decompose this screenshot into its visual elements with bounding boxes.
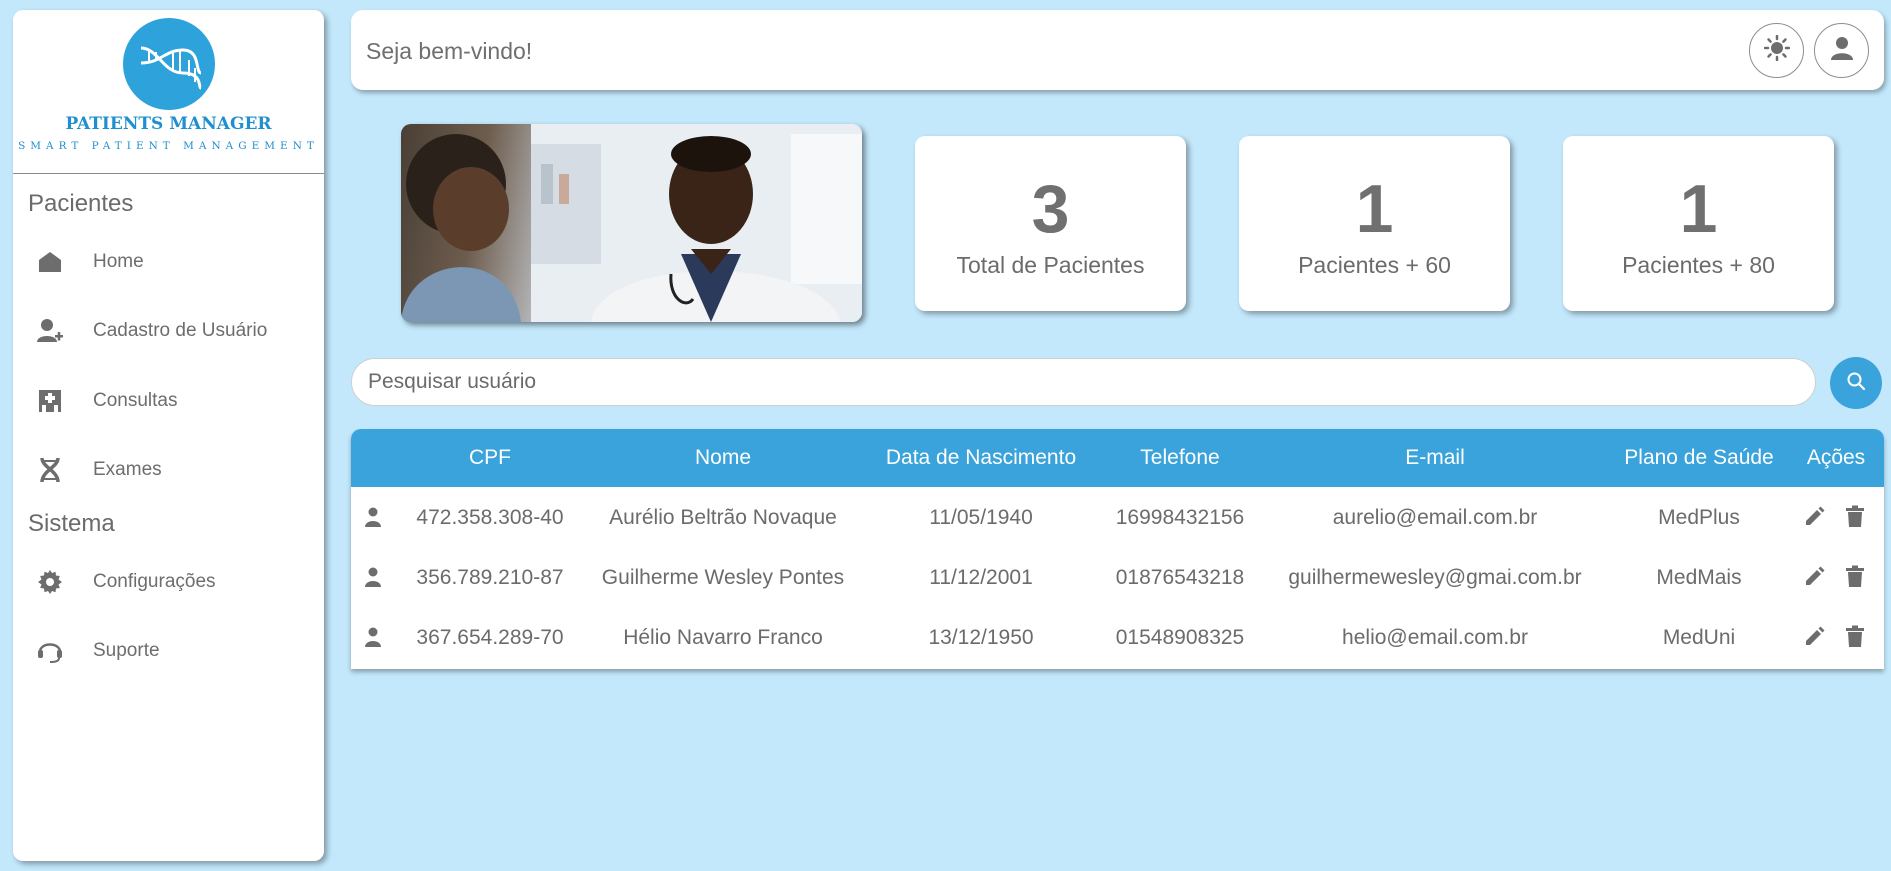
cell-telefone: 01548908325 [1115,626,1245,649]
section-title-pacientes: Pacientes [28,190,134,217]
sidebar-item-configuracoes[interactable]: Configurações [37,565,216,599]
cell-cpf: 356.789.210-87 [416,566,564,589]
trash-icon [1845,625,1865,652]
patients-table: CPF Nome Data de Nascimento Telefone E-m… [351,429,1884,669]
top-header: Seja bem-vindo! [351,10,1884,90]
cell-plano: MedMais [1656,566,1742,589]
sidebar-item-label: Cadastro de Usuário [93,320,268,341]
logo: PATIENTS MANAGER SMART PATIENT MANAGEMEN… [13,10,324,174]
column-header-telefone: Telefone [1140,446,1220,469]
edit-button[interactable] [1803,626,1827,650]
pencil-icon [1804,505,1826,532]
sidebar: PATIENTS MANAGER SMART PATIENT MANAGEMEN… [13,10,324,861]
cell-nascimento: 11/05/1940 [929,506,1033,529]
sun-icon [1763,34,1790,66]
pencil-icon [1804,565,1826,592]
edit-button[interactable] [1803,566,1827,590]
user-icon [365,627,381,652]
sidebar-item-label: Suporte [93,640,160,661]
cell-cpf: 472.358.308-40 [416,506,564,529]
table-row: 472.358.308-40 Aurélio Beltrão Novaque 1… [351,488,1884,548]
cell-telefone: 16998432156 [1115,506,1245,529]
cell-nascimento: 11/12/2001 [929,566,1033,589]
user-icon [365,567,381,592]
stat-value: 1 [1679,171,1718,247]
column-header-cpf: CPF [469,446,511,469]
pencil-icon [1804,625,1826,652]
sidebar-item-exames[interactable]: Exames [37,453,162,487]
cell-cpf: 367.654.289-70 [416,626,564,649]
trash-icon [1845,505,1865,532]
cell-nome: Aurélio Beltrão Novaque [609,506,837,529]
cell-email: aurelio@email.com.br [1332,506,1538,529]
stat-card-60: 1 Pacientes + 60 [1239,136,1510,311]
brand-title: PATIENTS MANAGER [65,114,272,134]
user-icon [1830,36,1853,65]
trash-icon [1845,565,1865,592]
column-header-nascimento: Data de Nascimento [885,446,1077,469]
dna-logo-icon [123,18,215,110]
sidebar-item-label: Configurações [93,571,216,592]
gear-icon [37,569,63,595]
cell-plano: MedPlus [1658,506,1740,529]
search-icon [1846,371,1866,396]
column-header-email: E-mail [1405,446,1465,469]
welcome-text: Seja bem-vindo! [366,38,533,64]
cell-email: helio@email.com.br [1342,626,1528,649]
profile-button[interactable] [1814,23,1869,78]
stat-value: 1 [1355,171,1394,247]
hospital-icon [37,388,63,414]
cell-nome: Hélio Navarro Franco [623,626,823,649]
table-row: 356.789.210-87 Guilherme Wesley Pontes 1… [351,548,1884,608]
table-header: CPF Nome Data de Nascimento Telefone E-m… [351,429,1884,487]
brand-subtitle: SMART PATIENT MANAGEMENT [18,140,319,152]
dna-icon [37,457,63,483]
search-input[interactable] [351,358,1816,406]
sidebar-item-home[interactable]: Home [37,245,144,279]
stat-label: Total de Pacientes [956,252,1145,278]
column-header-plano: Plano de Saúde [1624,446,1774,469]
sidebar-item-cadastro[interactable]: Cadastro de Usuário [37,314,267,348]
home-icon [37,249,63,275]
sidebar-item-label: Consultas [93,390,178,411]
column-header-nome: Nome [694,446,752,469]
sidebar-item-label: Exames [93,459,162,480]
stat-label: Pacientes + 60 [1298,252,1451,278]
add-user-icon [37,318,63,344]
delete-button[interactable] [1843,625,1867,652]
table-row: 367.654.289-70 Hélio Navarro Franco 13/1… [351,608,1884,668]
search-button[interactable] [1830,357,1882,409]
cell-plano: MedUni [1662,626,1736,649]
sidebar-item-consultas[interactable]: Consultas [37,384,178,418]
sidebar-item-suporte[interactable]: Suporte [37,634,160,668]
section-title-sistema: Sistema [28,510,115,537]
cell-telefone: 01876543218 [1115,566,1245,589]
stat-card-total: 3 Total de Pacientes [915,136,1186,311]
user-icon [365,507,381,532]
cell-nome: Guilherme Wesley Pontes [601,566,845,589]
cell-nascimento: 13/12/1950 [928,626,1034,649]
edit-button[interactable] [1803,506,1827,530]
stat-label: Pacientes + 80 [1622,252,1775,278]
cell-email: guilhermewesley@gmai.com.br [1288,566,1582,589]
headset-icon [37,638,63,664]
delete-button[interactable] [1843,505,1867,532]
sidebar-item-label: Home [93,251,144,272]
stat-card-80: 1 Pacientes + 80 [1563,136,1834,311]
column-header-acoes: Ações [1806,446,1866,469]
delete-button[interactable] [1843,565,1867,592]
theme-toggle-button[interactable] [1749,23,1804,78]
doctor-child-image [401,124,862,322]
stat-value: 3 [1031,171,1070,247]
